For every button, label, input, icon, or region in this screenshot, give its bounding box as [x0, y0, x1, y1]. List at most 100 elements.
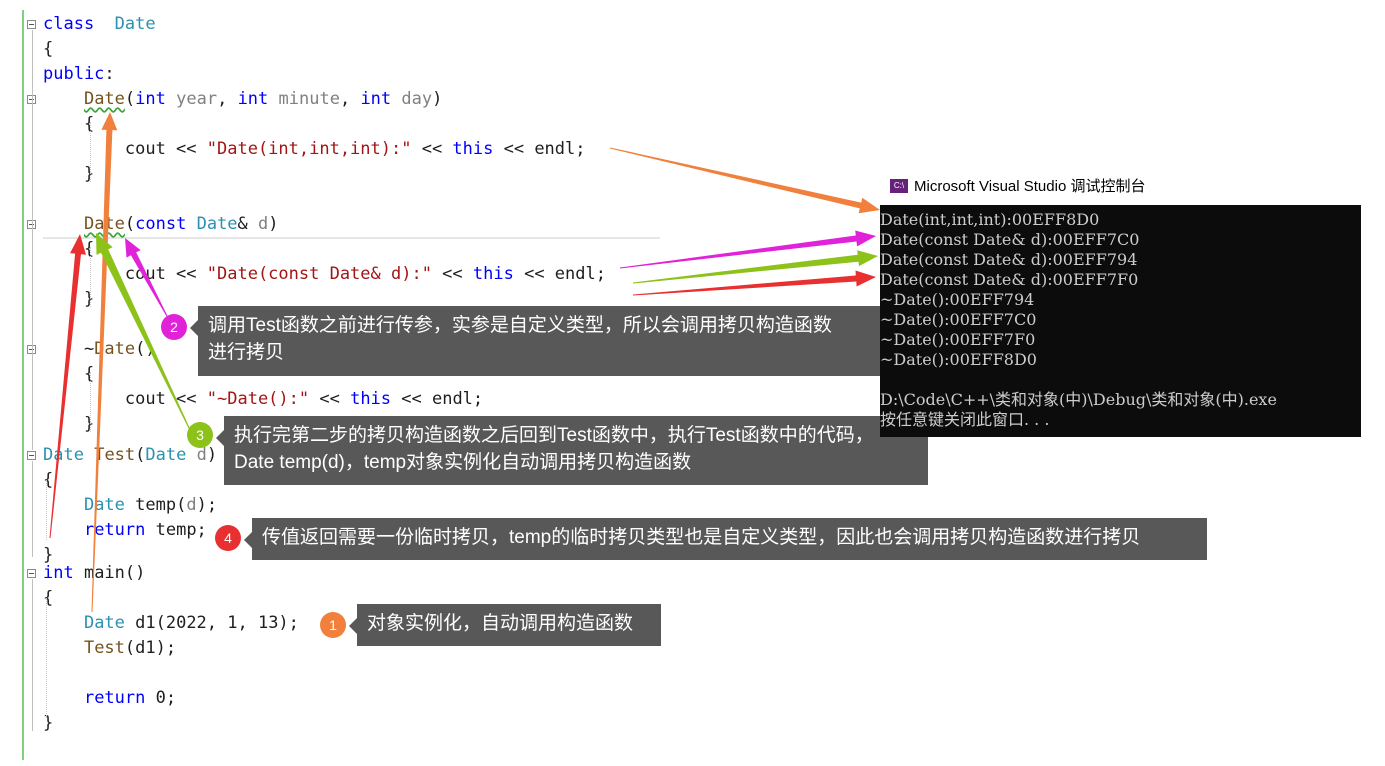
- code-line[interactable]: }: [43, 162, 94, 187]
- console-line: Date(const Date& d):00EFF7C0: [880, 230, 1140, 249]
- collapse-toggle-icon[interactable]: [27, 569, 36, 578]
- code-token: "~Date():": [206, 389, 310, 409]
- code-token: Date: [196, 214, 238, 234]
- fold-region-line: [32, 230, 33, 310]
- console-line: Date(const Date& d):00EFF7F0: [880, 270, 1139, 289]
- code-line[interactable]: {: [43, 586, 53, 611]
- code-token: :: [104, 64, 115, 84]
- code-token: Date: [83, 613, 125, 633]
- code-line[interactable]: return temp;: [43, 518, 207, 543]
- code-token: Test: [83, 638, 125, 658]
- code-line[interactable]: int main(): [43, 561, 145, 586]
- code-token: Date: [145, 445, 187, 465]
- code-token: ): [268, 214, 279, 234]
- code-token: Date: [94, 339, 136, 359]
- annotation-callout: 对象实例化，自动调用构造函数: [349, 604, 661, 646]
- code-token: main(): [73, 563, 146, 583]
- code-line[interactable]: class Date: [43, 12, 156, 37]
- code-line[interactable]: Date Test(Date d): [43, 443, 217, 468]
- code-token: const: [135, 214, 187, 234]
- code-line[interactable]: cout << "~Date():" << this << endl;: [43, 387, 483, 412]
- code-line[interactable]: ~Date(): [43, 337, 156, 362]
- code-token: cout <<: [43, 389, 207, 409]
- code-line[interactable]: {: [43, 468, 53, 493]
- code-token: minute: [278, 89, 340, 109]
- code-token: d: [196, 445, 207, 465]
- code-token: temp;: [145, 520, 207, 540]
- code-editor[interactable]: class Date{public: Date(int year, int mi…: [0, 0, 880, 766]
- annotation-callout: 传值返回需要一份临时拷贝，temp的临时拷贝类型也是自定义类型，因此也会调用拷贝…: [244, 518, 1207, 560]
- code-token: 0;: [145, 688, 177, 708]
- code-line[interactable]: Date d1(2022, 1, 13);: [43, 611, 299, 636]
- code-token: d1(2022, 1, 13);: [124, 613, 299, 633]
- code-line[interactable]: {: [43, 37, 53, 62]
- code-line[interactable]: Date temp(d);: [43, 493, 217, 518]
- code-token: Date: [83, 89, 125, 109]
- code-token: Date: [83, 214, 125, 234]
- code-line[interactable]: return 0;: [43, 686, 176, 711]
- code-line[interactable]: cout << "Date(const Date& d):" << this <…: [43, 262, 606, 287]
- console-line: Date(int,int,int):00EFF8D0: [880, 210, 1100, 229]
- code-token: << endl;: [493, 139, 586, 159]
- collapse-toggle-icon[interactable]: [27, 20, 36, 29]
- code-line[interactable]: }: [43, 287, 94, 312]
- code-token: ~: [43, 339, 95, 359]
- code-token: {: [43, 364, 95, 384]
- console-line: ~Date():00EFF7F0: [880, 330, 1036, 349]
- step-number-badge: 3: [187, 422, 213, 448]
- code-token: return: [83, 688, 146, 708]
- indent-guide: [90, 247, 91, 307]
- code-token: temp(: [124, 495, 187, 515]
- collapse-toggle-icon[interactable]: [27, 451, 36, 460]
- code-line[interactable]: }: [43, 412, 94, 437]
- code-line[interactable]: public:: [43, 62, 115, 87]
- code-token: int: [43, 563, 74, 583]
- code-token: class: [43, 14, 95, 34]
- code-token: Date: [114, 14, 156, 34]
- step-number-badge: 2: [161, 314, 187, 340]
- code-token: d: [258, 214, 269, 234]
- code-token: }: [43, 289, 95, 309]
- code-token: <<: [431, 264, 473, 284]
- code-token: year: [176, 89, 218, 109]
- change-tracking-bar: [22, 10, 24, 760]
- code-token: << endl;: [513, 264, 606, 284]
- code-line[interactable]: {: [43, 237, 94, 262]
- code-token: day: [401, 89, 433, 109]
- debug-console-output: Date(int,int,int):00EFF8D0 Date(const Dat…: [880, 205, 1361, 437]
- code-token: int: [135, 89, 166, 109]
- indent-guide: [90, 372, 91, 432]
- code-line[interactable]: {: [43, 362, 94, 387]
- code-token: "Date(const Date& d):": [206, 264, 432, 284]
- console-title-bar[interactable]: C:\ Microsoft Visual Studio 调试控制台: [880, 168, 1361, 205]
- indent-guide: [90, 122, 91, 182]
- code-token: ,: [339, 89, 361, 109]
- code-line[interactable]: cout << "Date(int,int,int):" << this << …: [43, 137, 586, 162]
- code-line[interactable]: {: [43, 112, 94, 137]
- fold-region-line: [32, 105, 33, 185]
- code-line[interactable]: }: [43, 711, 53, 736]
- step-number-badge: 1: [320, 612, 346, 638]
- fold-region-line: [32, 579, 33, 731]
- annotation-callout: 调用Test函数之前进行传参，实参是自定义类型，所以会调用拷贝构造函数 进行拷贝: [190, 306, 882, 376]
- code-token: }: [43, 713, 54, 733]
- code-token: cout <<: [43, 139, 207, 159]
- callout-text-line: 调用Test函数之前进行传参，实参是自定义类型，所以会调用拷贝构造函数: [208, 315, 832, 336]
- code-token: cout <<: [43, 264, 207, 284]
- code-line[interactable]: Date(const Date& d): [43, 212, 279, 237]
- code-line[interactable]: Date(int year, int minute, int day): [43, 87, 442, 112]
- code-token: ): [206, 445, 218, 465]
- console-line: 按任意键关闭此窗口. . .: [880, 410, 1050, 429]
- code-token: Date: [43, 445, 84, 465]
- code-line[interactable]: Test(d1);: [43, 636, 176, 661]
- code-token: this: [472, 264, 514, 284]
- code-token: (: [124, 89, 136, 109]
